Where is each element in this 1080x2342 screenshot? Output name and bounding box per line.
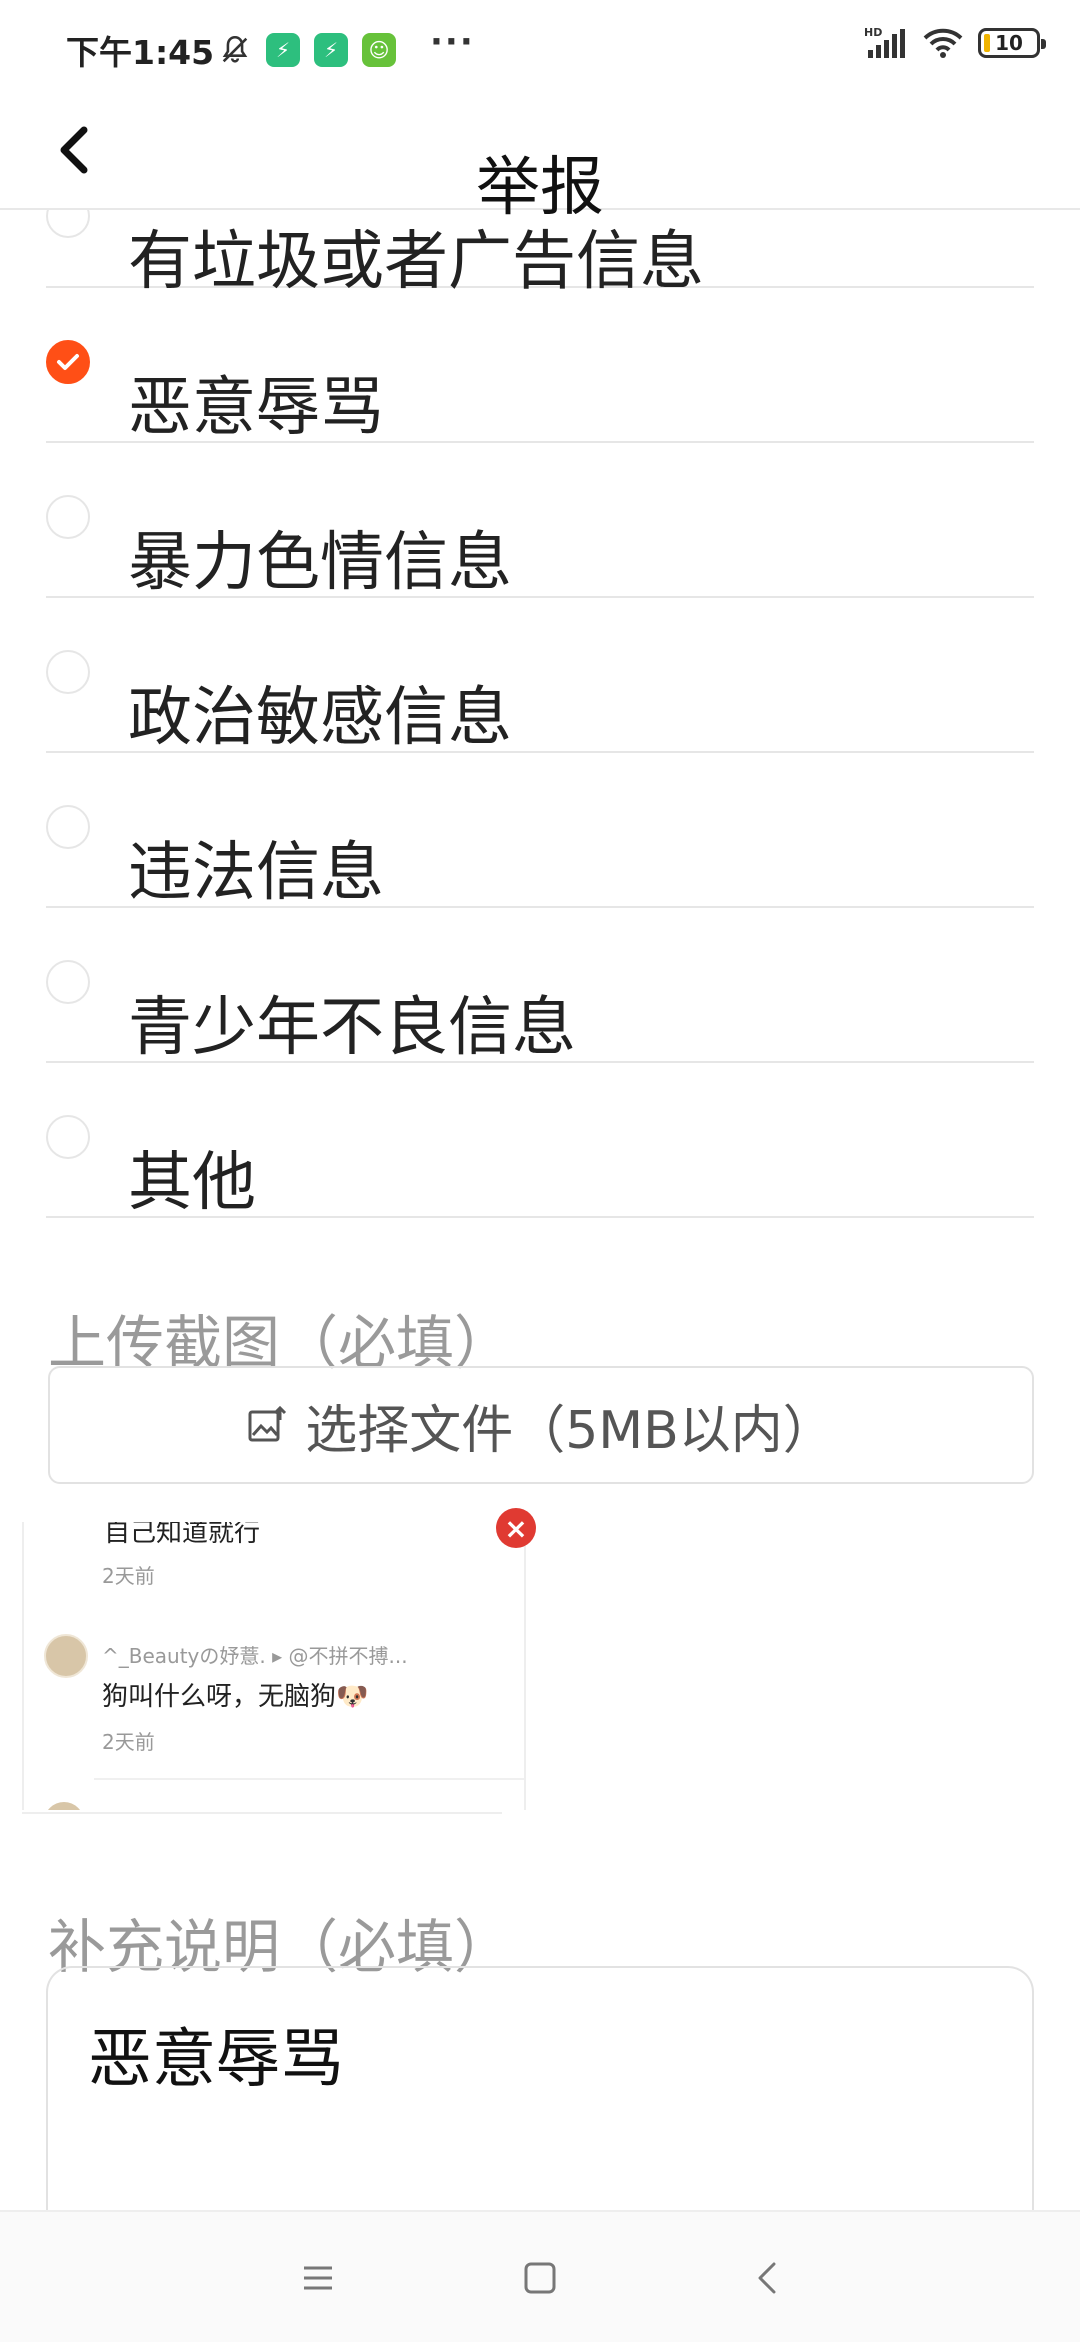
divider <box>22 1812 502 1814</box>
radio-button[interactable] <box>46 495 90 539</box>
preview-text: 自己知道就行 <box>104 1522 261 1548</box>
radio-button[interactable] <box>46 650 90 694</box>
pet-app-icon: ☺ <box>362 33 396 67</box>
system-status: HD 10 <box>864 26 1046 60</box>
supplement-text: 恶意辱骂 <box>88 2023 344 2097</box>
system-navigation-bar <box>0 2210 1080 2342</box>
network-label: HD <box>864 26 882 39</box>
radio-button[interactable] <box>46 805 90 849</box>
option-malicious-abuse[interactable]: 恶意辱骂 <box>46 288 1034 445</box>
preview-username: ^_Beautyの妤薏. ▸ @不拼不搏... <box>102 1644 408 1668</box>
radio-button[interactable] <box>46 1115 90 1159</box>
option-label: 恶意辱骂 <box>128 371 384 445</box>
radio-button[interactable] <box>46 960 90 1004</box>
option-label: 青少年不良信息 <box>128 991 576 1065</box>
app-notification-icon: ⚡ <box>266 33 300 67</box>
divider <box>94 1778 524 1780</box>
signal-icon: HD <box>864 26 905 58</box>
status-time: 下午1:45 <box>66 33 215 72</box>
bell-muted-icon <box>222 35 248 63</box>
avatar <box>44 1802 84 1810</box>
preview-comment: 狗叫什么呀，无脑狗🐶 <box>102 1682 369 1712</box>
option-violence-porn[interactable]: 暴力色情信息 <box>46 443 1034 600</box>
remove-image-icon[interactable]: × <box>496 1508 536 1548</box>
app-header: 举报 <box>0 96 1080 225</box>
shield-app-icon: ⚡ <box>314 33 348 67</box>
battery-indicator: 10 <box>978 28 1046 58</box>
option-other[interactable]: 其他 <box>46 1063 1034 1220</box>
option-label: 暴力色情信息 <box>128 526 512 600</box>
option-label: 违法信息 <box>128 836 384 910</box>
page-title: 举报 <box>476 151 604 225</box>
preview-timestamp: 2天前 <box>102 1730 155 1754</box>
menu-icon[interactable] <box>294 2254 342 2302</box>
preview-timestamp: 2天前 <box>102 1564 155 1588</box>
wifi-icon <box>923 28 963 58</box>
choose-file-label: 选择文件（5MB以内） <box>305 1400 835 1461</box>
option-label: 其他 <box>128 1146 256 1220</box>
option-minors[interactable]: 青少年不良信息 <box>46 908 1034 1065</box>
report-reason-list: 有垃圾或者广告信息 恶意辱骂 暴力色情信息 政治敏感信息 违法信息 青少年不良信… <box>46 194 1034 1220</box>
option-label: 政治敏感信息 <box>128 681 512 755</box>
radio-button-checked[interactable] <box>46 340 90 384</box>
more-notifications-icon: ··· <box>430 22 475 62</box>
supplement-textarea[interactable]: 恶意辱骂 <box>46 1966 1034 2226</box>
choose-file-button[interactable]: 选择文件（5MB以内） <box>48 1366 1034 1484</box>
home-icon[interactable] <box>516 2254 564 2302</box>
checkmark-icon <box>57 354 79 370</box>
notification-icons: ⚡ ⚡ ☺ <box>218 30 396 70</box>
option-illegal[interactable]: 违法信息 <box>46 753 1034 910</box>
back-icon[interactable] <box>744 2254 792 2302</box>
avatar <box>44 1634 88 1678</box>
uploaded-screenshot-preview[interactable]: 自己知道就行 2天前 ^_Beautyの妤薏. ▸ @不拼不搏... 狗叫什么呀… <box>22 1522 526 1810</box>
battery-level: 10 <box>995 31 1023 55</box>
option-political[interactable]: 政治敏感信息 <box>46 598 1034 755</box>
image-upload-icon <box>248 1405 287 1442</box>
status-bar: 下午1:45 ⚡ ⚡ ☺ ··· HD 10 <box>0 0 1080 96</box>
